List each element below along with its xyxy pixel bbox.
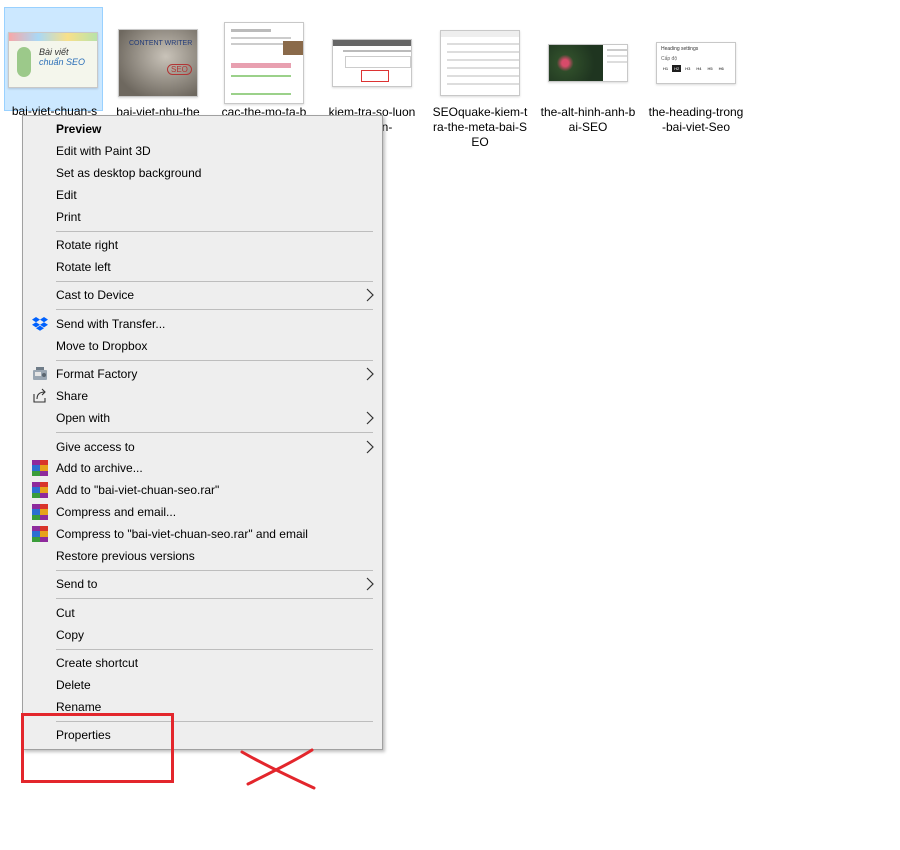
menu-separator bbox=[56, 231, 373, 232]
menu-item-delete[interactable]: Delete bbox=[23, 674, 382, 696]
menu-item-label: Copy bbox=[56, 628, 85, 642]
chevron-right-icon bbox=[366, 288, 374, 302]
menu-item-open-with[interactable]: Open with bbox=[23, 407, 382, 429]
menu-separator bbox=[56, 360, 373, 361]
menu-item-set-desktop-background[interactable]: Set as desktop background bbox=[23, 162, 382, 184]
thumb-heading-title: Heading settings bbox=[661, 46, 699, 52]
file-name: the-heading-trong-bai-viet-Seo bbox=[648, 105, 744, 134]
menu-item-copy[interactable]: Copy bbox=[23, 624, 382, 646]
file-thumbnail: Bài viết chuẩn SEO bbox=[7, 16, 99, 104]
menu-item-label: Print bbox=[56, 210, 81, 224]
file-thumbnail bbox=[440, 20, 520, 106]
winrar-icon bbox=[32, 460, 48, 476]
menu-item-label: Edit bbox=[56, 188, 77, 202]
context-menu: Preview Edit with Paint 3D Set as deskto… bbox=[22, 115, 383, 750]
bunting-decoration bbox=[9, 33, 97, 41]
menu-item-label: Cut bbox=[56, 606, 75, 620]
share-icon bbox=[32, 388, 48, 404]
menu-item-label: Set as desktop background bbox=[56, 166, 202, 180]
file-thumbnail bbox=[332, 20, 412, 106]
file-name: the-alt-hinh-anh-bai-SEO bbox=[540, 105, 636, 134]
file-name: SEOquake-kiem-tra-the-meta-bai-SEO bbox=[432, 105, 528, 149]
menu-item-label: Add to "bai-viet-chuan-seo.rar" bbox=[56, 483, 220, 497]
menu-item-label: Cast to Device bbox=[56, 288, 135, 302]
menu-item-label: Open with bbox=[56, 411, 111, 425]
file-thumbnail: Heading settings Cấp độ H1 H2 H3 H4 H5 H… bbox=[656, 20, 736, 106]
thumb-h1: H1 bbox=[663, 66, 669, 71]
menu-item-format-factory[interactable]: Format Factory bbox=[23, 363, 382, 385]
menu-item-preview[interactable]: Preview bbox=[23, 118, 382, 140]
thumb-heading-level: Cấp độ bbox=[661, 56, 678, 62]
menu-item-label: Share bbox=[56, 389, 89, 403]
thumb-text-line2: chuẩn SEO bbox=[39, 57, 86, 67]
thumb-text-line1: Bài viết bbox=[39, 47, 69, 57]
format-factory-icon bbox=[32, 366, 48, 382]
thumb-h3: H3 bbox=[685, 66, 691, 71]
annotation-highlight-box bbox=[21, 713, 174, 783]
chevron-right-icon bbox=[366, 440, 374, 454]
file-item-bai-viet-chuan-seo[interactable]: Bài viết chuẩn SEO bai-viet-chuan-s bbox=[4, 7, 103, 118]
menu-item-send-with-transfer[interactable]: Send with Transfer... bbox=[23, 313, 382, 335]
menu-item-label: Rotate left bbox=[56, 260, 111, 274]
menu-item-send-to[interactable]: Send to bbox=[23, 573, 382, 595]
thumb-h5: H5 bbox=[707, 66, 713, 71]
menu-item-label: Delete bbox=[56, 678, 91, 692]
thumb-h4: H4 bbox=[696, 66, 702, 71]
winrar-icon bbox=[32, 504, 48, 520]
menu-item-label: Compress to "bai-viet-chuan-seo.rar" and… bbox=[56, 527, 308, 541]
menu-item-label: Send to bbox=[56, 577, 98, 591]
menu-item-share[interactable]: Share bbox=[23, 385, 382, 407]
menu-item-rotate-right[interactable]: Rotate right bbox=[23, 234, 382, 256]
thumb-text-line2: SEO bbox=[167, 64, 192, 75]
menu-item-give-access[interactable]: Give access to bbox=[23, 436, 382, 458]
menu-item-label: Edit with Paint 3D bbox=[56, 144, 151, 158]
menu-item-label: Add to archive... bbox=[56, 461, 143, 475]
menu-item-compress-rar-and-email[interactable]: Compress to "bai-viet-chuan-seo.rar" and… bbox=[23, 523, 382, 545]
menu-item-label: Restore previous versions bbox=[56, 549, 195, 563]
chevron-right-icon bbox=[366, 411, 374, 425]
file-thumbnail: CONTENT WRITER SEO bbox=[118, 20, 198, 106]
menu-item-print[interactable]: Print bbox=[23, 206, 382, 228]
winrar-icon bbox=[32, 526, 48, 542]
menu-item-create-shortcut[interactable]: Create shortcut bbox=[23, 652, 382, 674]
menu-separator bbox=[56, 570, 373, 571]
menu-item-label: Move to Dropbox bbox=[56, 339, 148, 353]
menu-item-add-to-archive[interactable]: Add to archive... bbox=[23, 457, 382, 479]
chevron-right-icon bbox=[366, 577, 374, 591]
thumb-h6: H6 bbox=[718, 66, 724, 71]
menu-item-label: Give access to bbox=[56, 440, 135, 454]
menu-item-cast-to-device[interactable]: Cast to Device bbox=[23, 284, 382, 306]
menu-item-rotate-left[interactable]: Rotate left bbox=[23, 256, 382, 278]
menu-separator bbox=[56, 281, 373, 282]
menu-item-add-to-rar[interactable]: Add to "bai-viet-chuan-seo.rar" bbox=[23, 479, 382, 501]
menu-item-move-to-dropbox[interactable]: Move to Dropbox bbox=[23, 335, 382, 357]
menu-item-label: Format Factory bbox=[56, 367, 138, 381]
file-thumbnail bbox=[548, 20, 628, 106]
thumb-h2: H2 bbox=[672, 65, 682, 72]
dropbox-icon bbox=[32, 316, 48, 332]
file-thumbnail bbox=[224, 20, 304, 106]
chevron-right-icon bbox=[366, 367, 374, 381]
menu-item-compress-and-email[interactable]: Compress and email... bbox=[23, 501, 382, 523]
plant-illustration bbox=[17, 47, 31, 77]
thumb-text-line1: CONTENT WRITER bbox=[129, 40, 193, 47]
menu-separator bbox=[56, 432, 373, 433]
menu-item-label: Send with Transfer... bbox=[56, 317, 166, 331]
menu-separator bbox=[56, 309, 373, 310]
menu-item-cut[interactable]: Cut bbox=[23, 602, 382, 624]
annotation-x-mark bbox=[240, 748, 316, 790]
menu-item-label: Rotate right bbox=[56, 238, 119, 252]
menu-item-label: Preview bbox=[56, 122, 102, 136]
menu-item-label: Compress and email... bbox=[56, 505, 177, 519]
menu-item-edit-paint3d[interactable]: Edit with Paint 3D bbox=[23, 140, 382, 162]
menu-item-restore-previous-versions[interactable]: Restore previous versions bbox=[23, 545, 382, 567]
menu-separator bbox=[56, 649, 373, 650]
menu-item-label: Rename bbox=[56, 700, 102, 714]
winrar-icon bbox=[32, 482, 48, 498]
menu-item-label: Create shortcut bbox=[56, 656, 139, 670]
menu-separator bbox=[56, 598, 373, 599]
menu-item-edit[interactable]: Edit bbox=[23, 184, 382, 206]
